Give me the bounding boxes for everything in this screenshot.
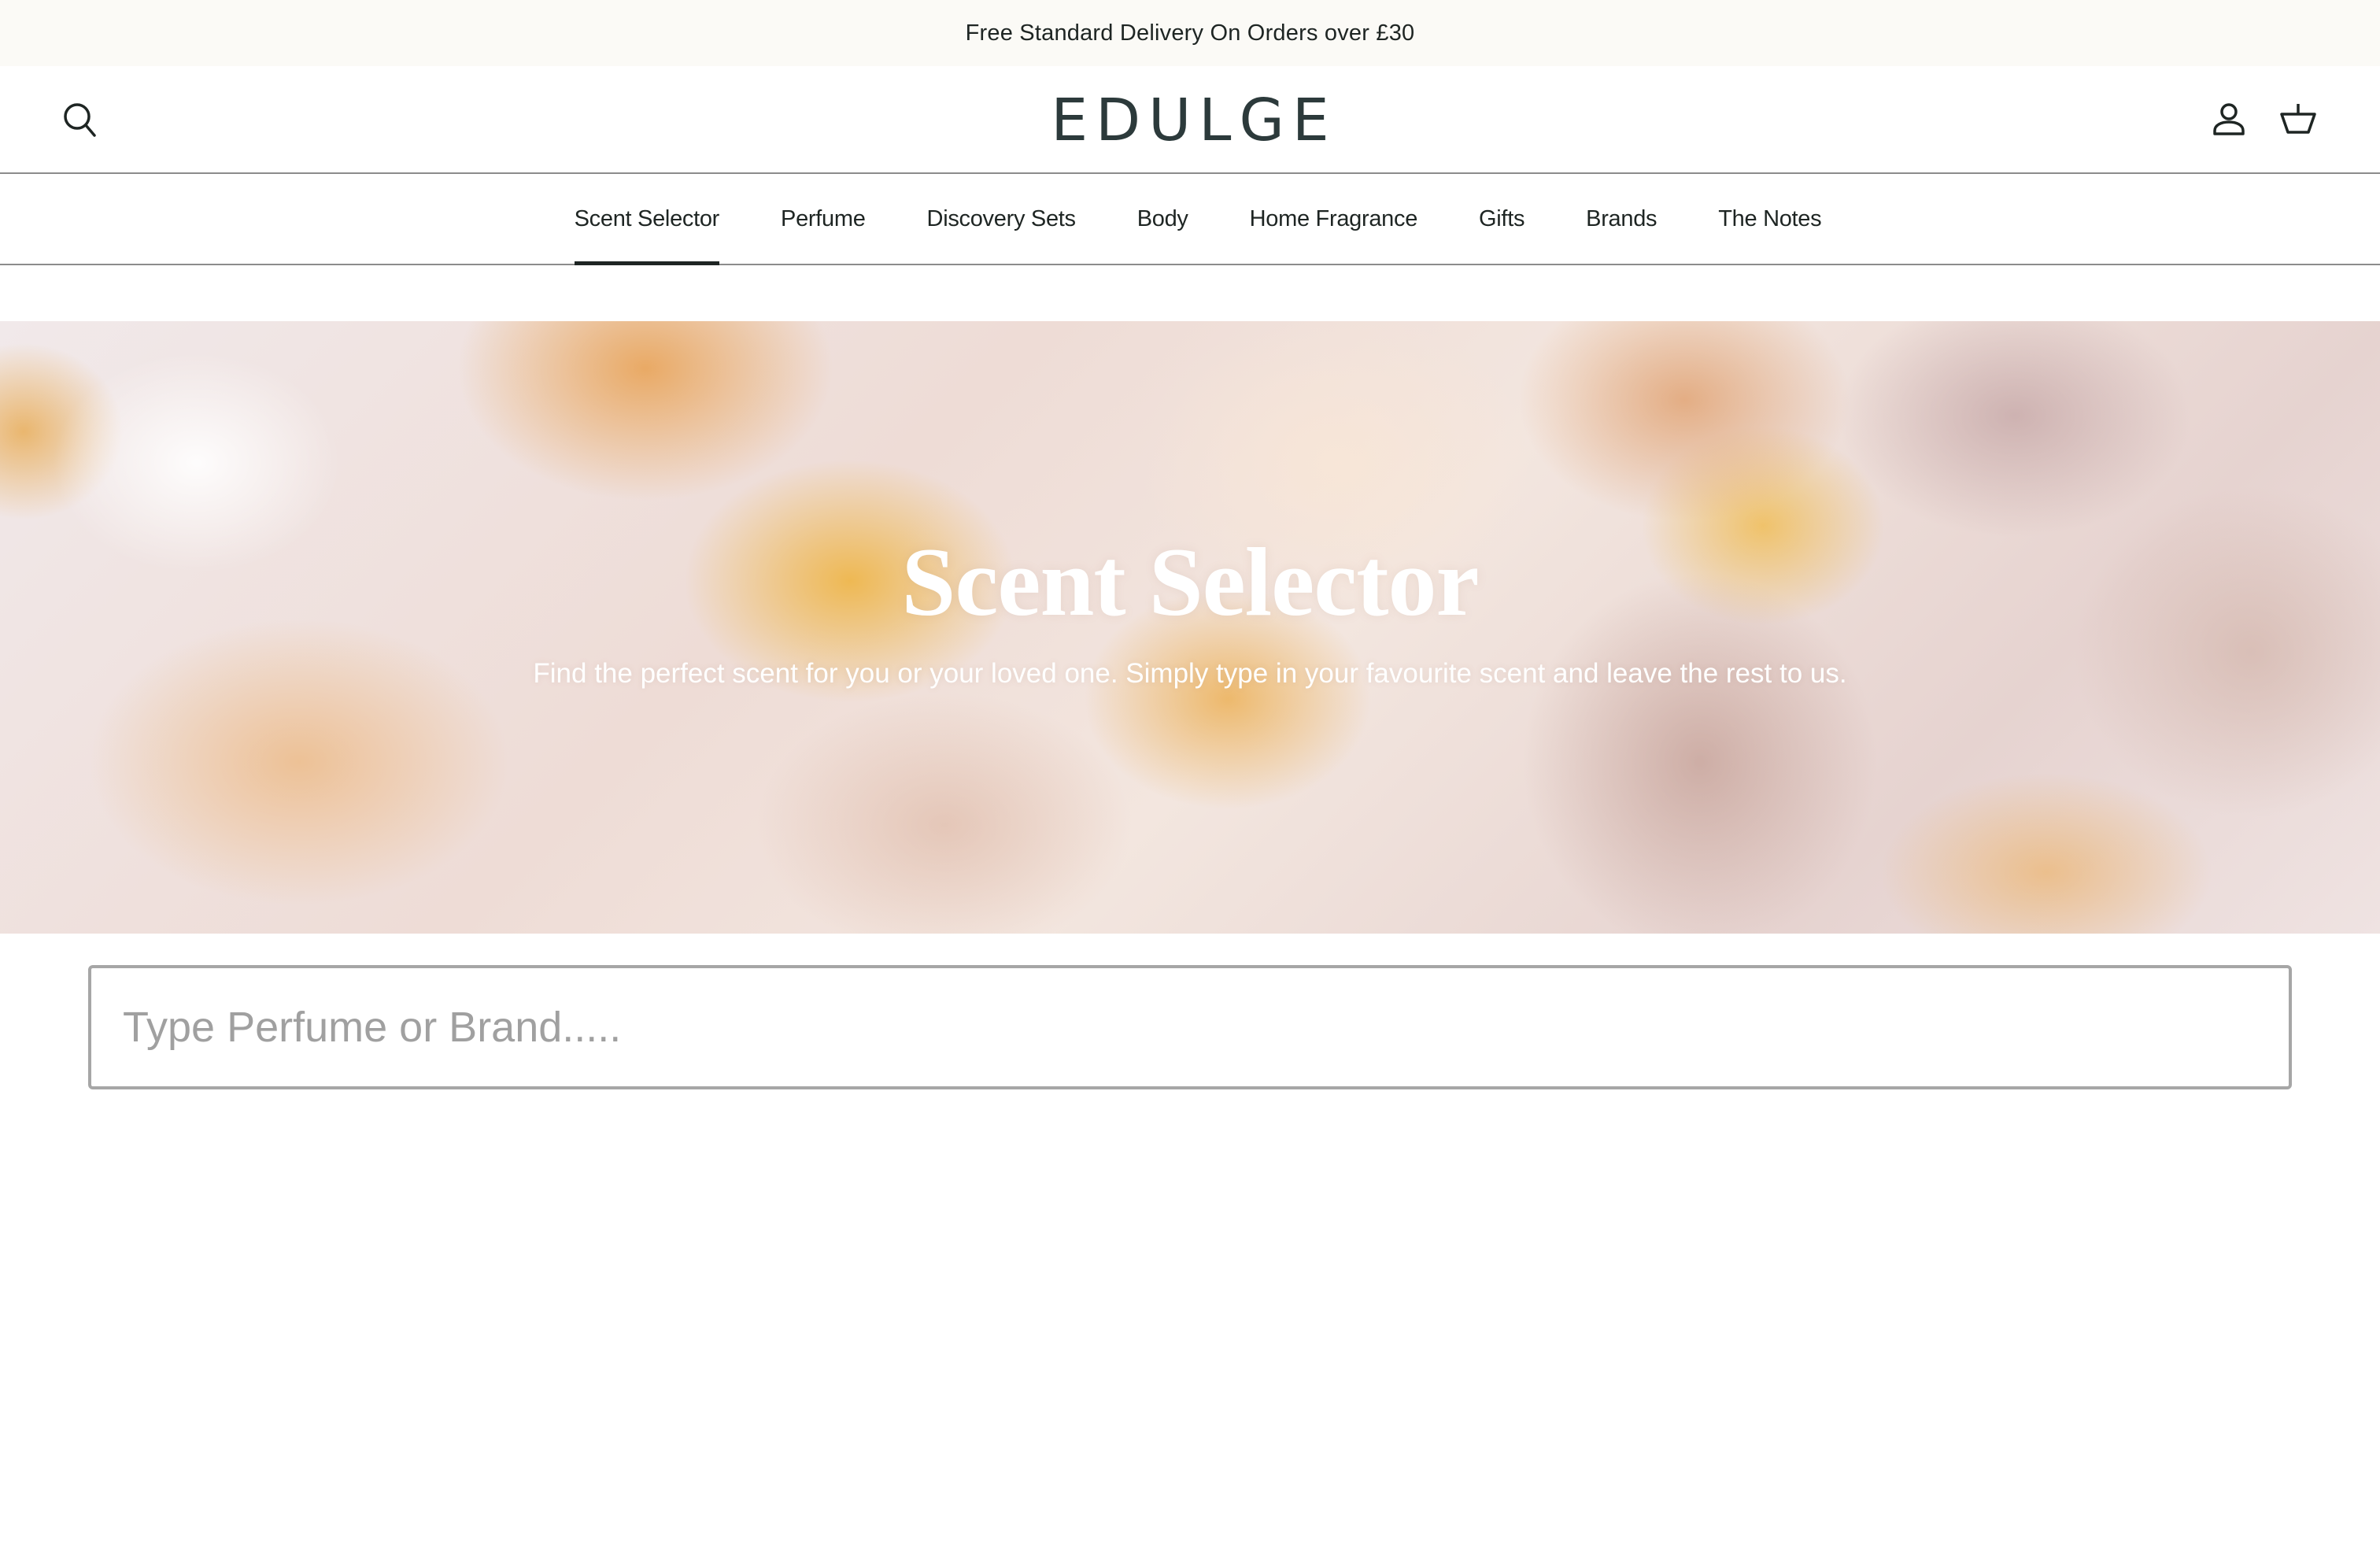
nav-item-gifts[interactable]: Gifts (1479, 174, 1524, 264)
nav-item-discovery-sets[interactable]: Discovery Sets (927, 174, 1076, 264)
main-nav: Scent Selector Perfume Discovery Sets Bo… (0, 174, 2380, 265)
basket-icon (2280, 104, 2316, 134)
site-header: EDULGE (0, 66, 2380, 174)
nav-list: Scent Selector Perfume Discovery Sets Bo… (544, 174, 1853, 265)
nav-item-body[interactable]: Body (1137, 174, 1188, 264)
hero-title: Scent Selector (901, 528, 1479, 636)
nav-item-brands[interactable]: Brands (1586, 174, 1657, 264)
nav-item-the-notes[interactable]: The Notes (1718, 174, 1821, 264)
account-icon (2213, 103, 2245, 135)
logo[interactable]: EDULGE (0, 85, 2380, 156)
hero-banner: Scent Selector Find the perfect scent fo… (0, 321, 2380, 934)
scent-search-input[interactable] (88, 965, 2292, 1089)
basket-button[interactable] (2273, 94, 2323, 145)
nav-item-scent-selector[interactable]: Scent Selector (574, 174, 720, 265)
announcement-bar: Free Standard Delivery On Orders over £3… (0, 0, 2380, 66)
announcement-text: Free Standard Delivery On Orders over £3… (965, 20, 1415, 46)
hero-subtitle: Find the perfect scent for you or your l… (533, 658, 1847, 689)
nav-item-home-fragrance[interactable]: Home Fragrance (1250, 174, 1418, 264)
nav-item-perfume[interactable]: Perfume (781, 174, 866, 264)
account-button[interactable] (2204, 94, 2254, 145)
logo-text[interactable]: EDULGE (1043, 87, 1336, 154)
